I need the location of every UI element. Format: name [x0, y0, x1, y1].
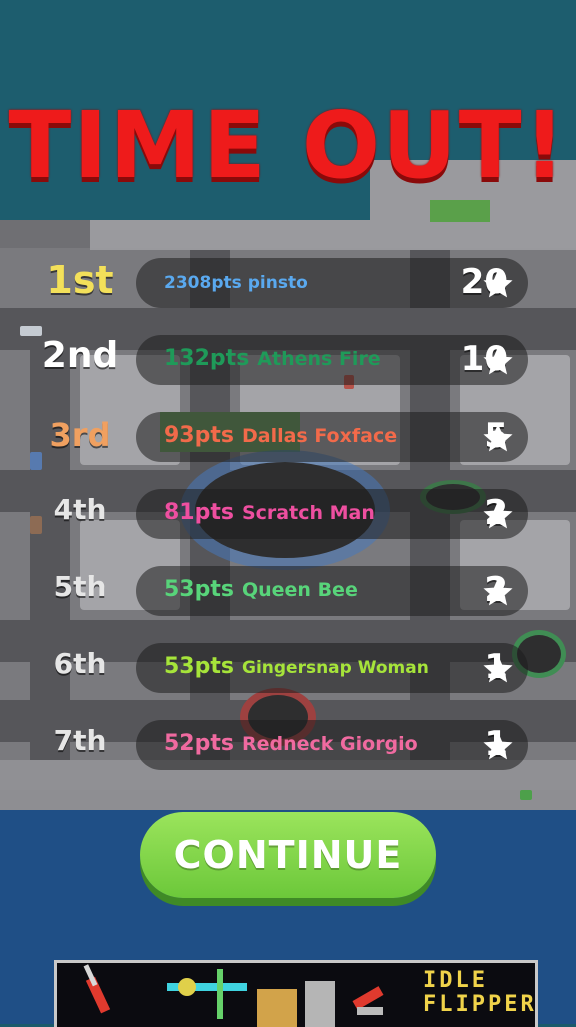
player-name: Scratch Man: [241, 502, 375, 524]
ad-title: IDLE FLIPPER: [423, 968, 537, 1017]
rank-label: 7th: [53, 724, 107, 757]
leaderboard-row: 3rd 93ptsDallas Foxface 5: [0, 408, 576, 466]
player-name: Gingersnap Woman: [241, 658, 429, 678]
player-points: 81pts: [164, 500, 234, 525]
star-icon: [483, 578, 513, 606]
star-icon: [483, 501, 513, 529]
player-entry: 53pts Queen Bee: [164, 577, 358, 602]
leaderboard: 1st 2308pts pinsto 20 2nd 132pts Athens Fi…: [0, 248, 576, 790]
player-points: 132pts: [164, 346, 250, 371]
building-icon: [257, 981, 335, 1027]
continue-button[interactable]: CONTINUE: [140, 812, 436, 898]
ad-title-line2: FLIPPER: [423, 992, 537, 1017]
star-icon: [483, 732, 513, 760]
rank-label: 2nd: [41, 335, 119, 376]
leaderboard-row: 6th 53ptsGingersnap Woman 1: [0, 639, 576, 697]
rank-label: 1st: [46, 258, 114, 302]
rank-label: 3rd: [49, 416, 111, 454]
player-entry: 53pts Gingersnap Woman: [164, 654, 429, 679]
player-name: Queen Bee: [241, 579, 358, 601]
player-name: Athens Fire: [257, 348, 381, 370]
leaderboard-row: 7th 52ptsRedneck Giorgio 1: [0, 716, 576, 774]
rank-label: 4th: [53, 493, 107, 526]
player-name: Redneck Giorgio: [241, 733, 418, 755]
ad-banner[interactable]: IDLE FLIPPER: [54, 960, 538, 1027]
player-points: 53pts: [164, 577, 234, 602]
star-icon: [483, 655, 513, 683]
player-points: 93pts: [164, 423, 234, 448]
player-points: 52pts: [164, 731, 234, 756]
star-icon: [483, 424, 513, 452]
knife-icon: [83, 964, 111, 1014]
star-icon: [483, 347, 513, 375]
player-name: Dallas Foxface: [241, 425, 398, 447]
player-entry: 52pts Redneck Giorgio: [164, 731, 418, 756]
leaderboard-row: 2nd 132pts Athens Fire 10: [0, 331, 576, 389]
leaderboard-row: 1st 2308pts pinsto 20: [0, 254, 576, 312]
player-name: pinsto: [247, 273, 308, 293]
leaderboard-row: 4th 81ptsScratch Man 2: [0, 485, 576, 543]
player-points: 2308pts: [164, 273, 242, 293]
player-entry: 93pts Dallas Foxface: [164, 423, 397, 448]
ad-title-line1: IDLE: [423, 968, 488, 993]
flipper-tool-icon: [167, 969, 247, 1019]
rank-label: 5th: [53, 570, 107, 603]
rank-label: 6th: [53, 647, 107, 680]
leaderboard-row: 5th 53ptsQueen Bee 2: [0, 562, 576, 620]
player-entry: 81pts Scratch Man: [164, 500, 375, 525]
star-icon: [483, 270, 513, 298]
player-points: 53pts: [164, 654, 234, 679]
player-entry: 132pts Athens Fire: [164, 346, 381, 371]
player-entry: 2308pts pinsto: [164, 273, 308, 293]
time-out-title: TIME OUT!: [8, 92, 568, 199]
pliers-icon: [352, 986, 384, 1015]
